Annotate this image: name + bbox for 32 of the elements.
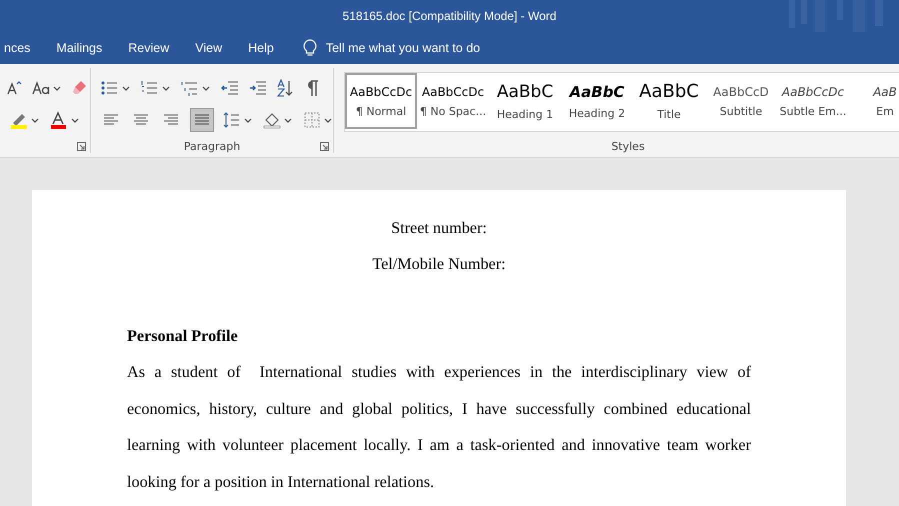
borders-icon[interactable]	[303, 111, 333, 129]
increase-indent-icon[interactable]	[249, 80, 267, 96]
dialog-launcher-icon[interactable]	[77, 142, 86, 151]
ribbon-tab[interactable]: Help	[235, 33, 287, 63]
ribbon-tab[interactable]: Review	[115, 33, 182, 63]
section-heading: Personal Profile	[127, 326, 239, 347]
sort-icon[interactable]	[277, 79, 295, 97]
document-line: Tel/Mobile Number:	[371, 254, 507, 275]
pilcrow-icon[interactable]	[305, 80, 319, 96]
change-case-icon[interactable]	[32, 80, 62, 96]
ribbon-tab[interactable]: nces	[0, 33, 44, 63]
justify-icon[interactable]	[191, 109, 213, 131]
tell-me-search[interactable]: Tell me what you want to do	[302, 39, 526, 57]
highlighter-icon[interactable]	[10, 111, 40, 129]
shading-icon[interactable]	[263, 111, 293, 129]
ribbon-tab[interactable]: Mailings	[43, 33, 116, 63]
group-label: Paragraph	[182, 140, 242, 153]
multilevel-list-icon[interactable]	[181, 80, 211, 96]
style-option[interactable]: AaBbCcDc ¶ Normal	[345, 73, 417, 129]
group-label: Styles	[610, 140, 646, 153]
grow-font-icon[interactable]	[6, 80, 22, 96]
dialog-launcher-icon[interactable]	[320, 142, 329, 151]
document-line: Street number:	[390, 218, 488, 239]
font-color-icon[interactable]	[50, 111, 80, 129]
bullets-icon[interactable]	[101, 80, 131, 96]
window-title: 518165.doc [Compatibility Mode] - Word	[342, 9, 556, 23]
profile-paragraph: As a student of International studies with experiences in the interdisciplinary view of economics, history, culture and global politics, I have successfully combined educational learning with volunteer placement locally. I am a task-oriented and innovative team worker looking for a position in International relations.	[127, 362, 751, 494]
numbering-icon[interactable]	[141, 80, 171, 96]
decrease-indent-icon[interactable]	[221, 80, 239, 96]
line-spacing-icon[interactable]	[223, 111, 253, 129]
ribbon-tab[interactable]: View	[182, 33, 236, 63]
lightbulb-icon	[302, 39, 317, 57]
